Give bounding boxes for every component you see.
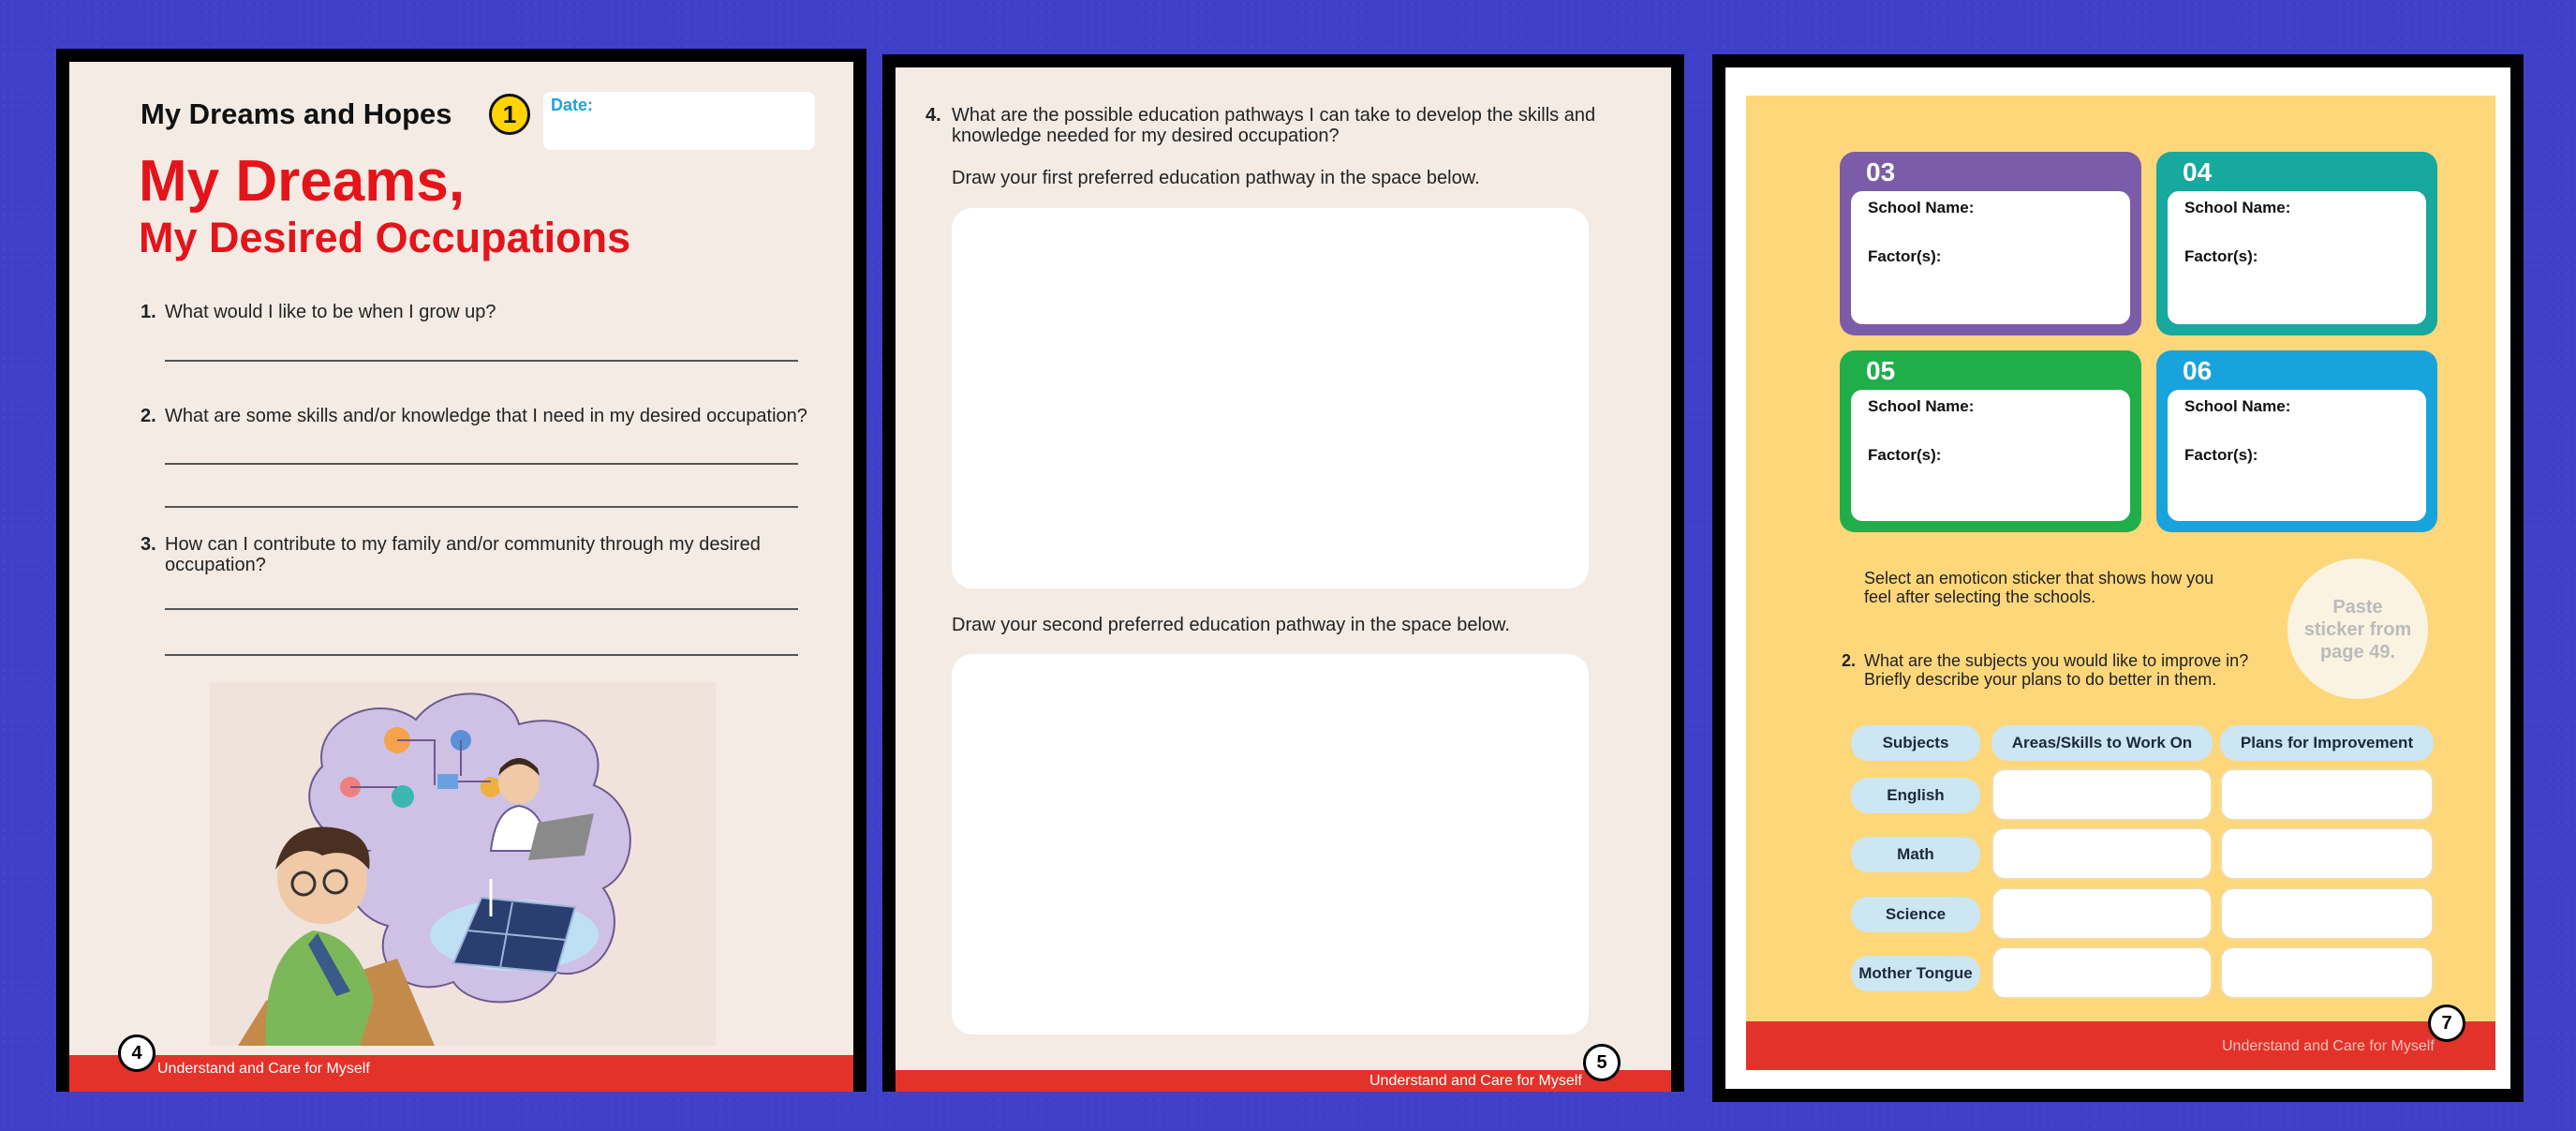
school-card-06: 06 School Name: Factor(s):: [2156, 350, 2437, 532]
paste-line2: sticker from: [2303, 619, 2412, 640]
header-subjects: Subjects: [1851, 725, 1980, 761]
page-title-line2: My Desired Occupations: [139, 214, 631, 261]
factors-label: Factor(s):: [2184, 247, 2258, 265]
school-name-label: School Name:: [1868, 397, 1975, 415]
factors-label: Factor(s):: [1868, 446, 1942, 464]
school-card-05: 05 School Name: Factor(s):: [1840, 350, 2141, 532]
school-name-label: School Name:: [1868, 199, 1975, 216]
section-number-badge: 1: [489, 94, 530, 135]
question-text-cont: occupation?: [165, 555, 266, 575]
question-text-cont: knowledge needed for my desired occupati…: [952, 126, 1340, 146]
areas-input-english[interactable]: [1991, 768, 2213, 821]
page-title-line1: My Dreams,: [139, 149, 466, 214]
page-number: 5: [1583, 1044, 1621, 1081]
question-text-cont: Briefly describe your plans to do better…: [1864, 670, 2217, 689]
paste-sticker-circle[interactable]: Paste sticker from page 49.: [2287, 558, 2428, 699]
card-number: 04: [2183, 157, 2213, 186]
subject-math: Math: [1851, 837, 1980, 872]
page-7: 03 School Name: Factor(s): 04 School Nam…: [1712, 54, 2524, 1102]
question-text: What would I like to be when I grow up?: [165, 302, 496, 322]
subject-mother-tongue: Mother Tongue: [1851, 956, 1980, 991]
question-text: What are the possible education pathways…: [952, 105, 1596, 126]
question-number: 2.: [1842, 651, 1857, 670]
question-number: 4.: [925, 105, 941, 126]
sticker-instruction-line2: feel after selecting the schools.: [1864, 588, 2096, 606]
areas-input-math[interactable]: [1991, 827, 2213, 880]
header-areas-skills: Areas/Skills to Work On: [1991, 725, 2213, 761]
plans-input-math[interactable]: [2220, 827, 2434, 880]
page-number: 4: [118, 1034, 155, 1072]
question-text: What are the subjects you would like to …: [1864, 651, 2249, 670]
school-name-label: School Name:: [2184, 199, 2291, 216]
question-number: 3.: [141, 534, 156, 555]
dream-illustration: [210, 682, 716, 1046]
factors-label: Factor(s):: [2184, 446, 2258, 464]
subject-english: English: [1851, 778, 1980, 813]
answer-line[interactable]: [165, 608, 798, 610]
question-text: How can I contribute to my family and/or…: [165, 534, 761, 555]
answer-line[interactable]: [165, 360, 798, 362]
page-4: My Dreams and Hopes 1 Date: My Dreams, M…: [56, 49, 866, 1092]
plans-input-science[interactable]: [2220, 887, 2434, 940]
first-pathway-drawing-area[interactable]: [952, 208, 1589, 588]
school-name-label: School Name:: [2184, 397, 2291, 415]
card-number: 06: [2183, 356, 2213, 385]
date-label: Date:: [551, 96, 594, 114]
header-plans: Plans for Improvement: [2220, 725, 2434, 761]
factors-label: Factor(s):: [1868, 247, 1942, 265]
date-field[interactable]: Date:: [543, 92, 815, 150]
footer-text: Understand and Care for Myself: [1369, 1073, 1582, 1089]
card-number: 05: [1866, 356, 1896, 385]
answer-line[interactable]: [165, 654, 798, 656]
areas-input-mother-tongue[interactable]: [1991, 946, 2213, 999]
plans-input-mother-tongue[interactable]: [2220, 946, 2434, 999]
plans-input-english[interactable]: [2220, 768, 2434, 821]
paste-line1: Paste: [2332, 597, 2383, 618]
school-card-04: 04 School Name: Factor(s):: [2156, 152, 2437, 335]
page-number: 7: [2428, 1005, 2465, 1042]
section-header-title: My Dreams and Hopes: [141, 97, 452, 130]
areas-input-science[interactable]: [1991, 887, 2213, 940]
sticker-instruction-line1: Select an emoticon sticker that shows ho…: [1864, 569, 2214, 588]
instruction-first-pathway: Draw your first preferred education path…: [952, 168, 1480, 188]
page-7-panel: 03 School Name: Factor(s): 04 School Nam…: [1746, 96, 2495, 1070]
answer-line[interactable]: [165, 463, 798, 465]
question-number: 1.: [141, 302, 156, 322]
footer-text: Understand and Care for Myself: [2222, 1038, 2435, 1054]
second-pathway-drawing-area[interactable]: [952, 654, 1589, 1034]
question-text: What are some skills and/or knowledge th…: [165, 406, 807, 426]
page-5: 4. What are the possible education pathw…: [882, 54, 1684, 1092]
question-number: 2.: [141, 406, 156, 426]
instruction-second-pathway: Draw your second preferred education pat…: [952, 615, 1510, 635]
paste-line3: page 49.: [2319, 642, 2396, 662]
card-number: 03: [1866, 157, 1896, 186]
school-card-03: 03 School Name: Factor(s):: [1840, 152, 2141, 335]
footer-text: Understand and Care for Myself: [157, 1061, 370, 1077]
answer-line[interactable]: [165, 506, 798, 508]
subject-science: Science: [1851, 897, 1980, 932]
